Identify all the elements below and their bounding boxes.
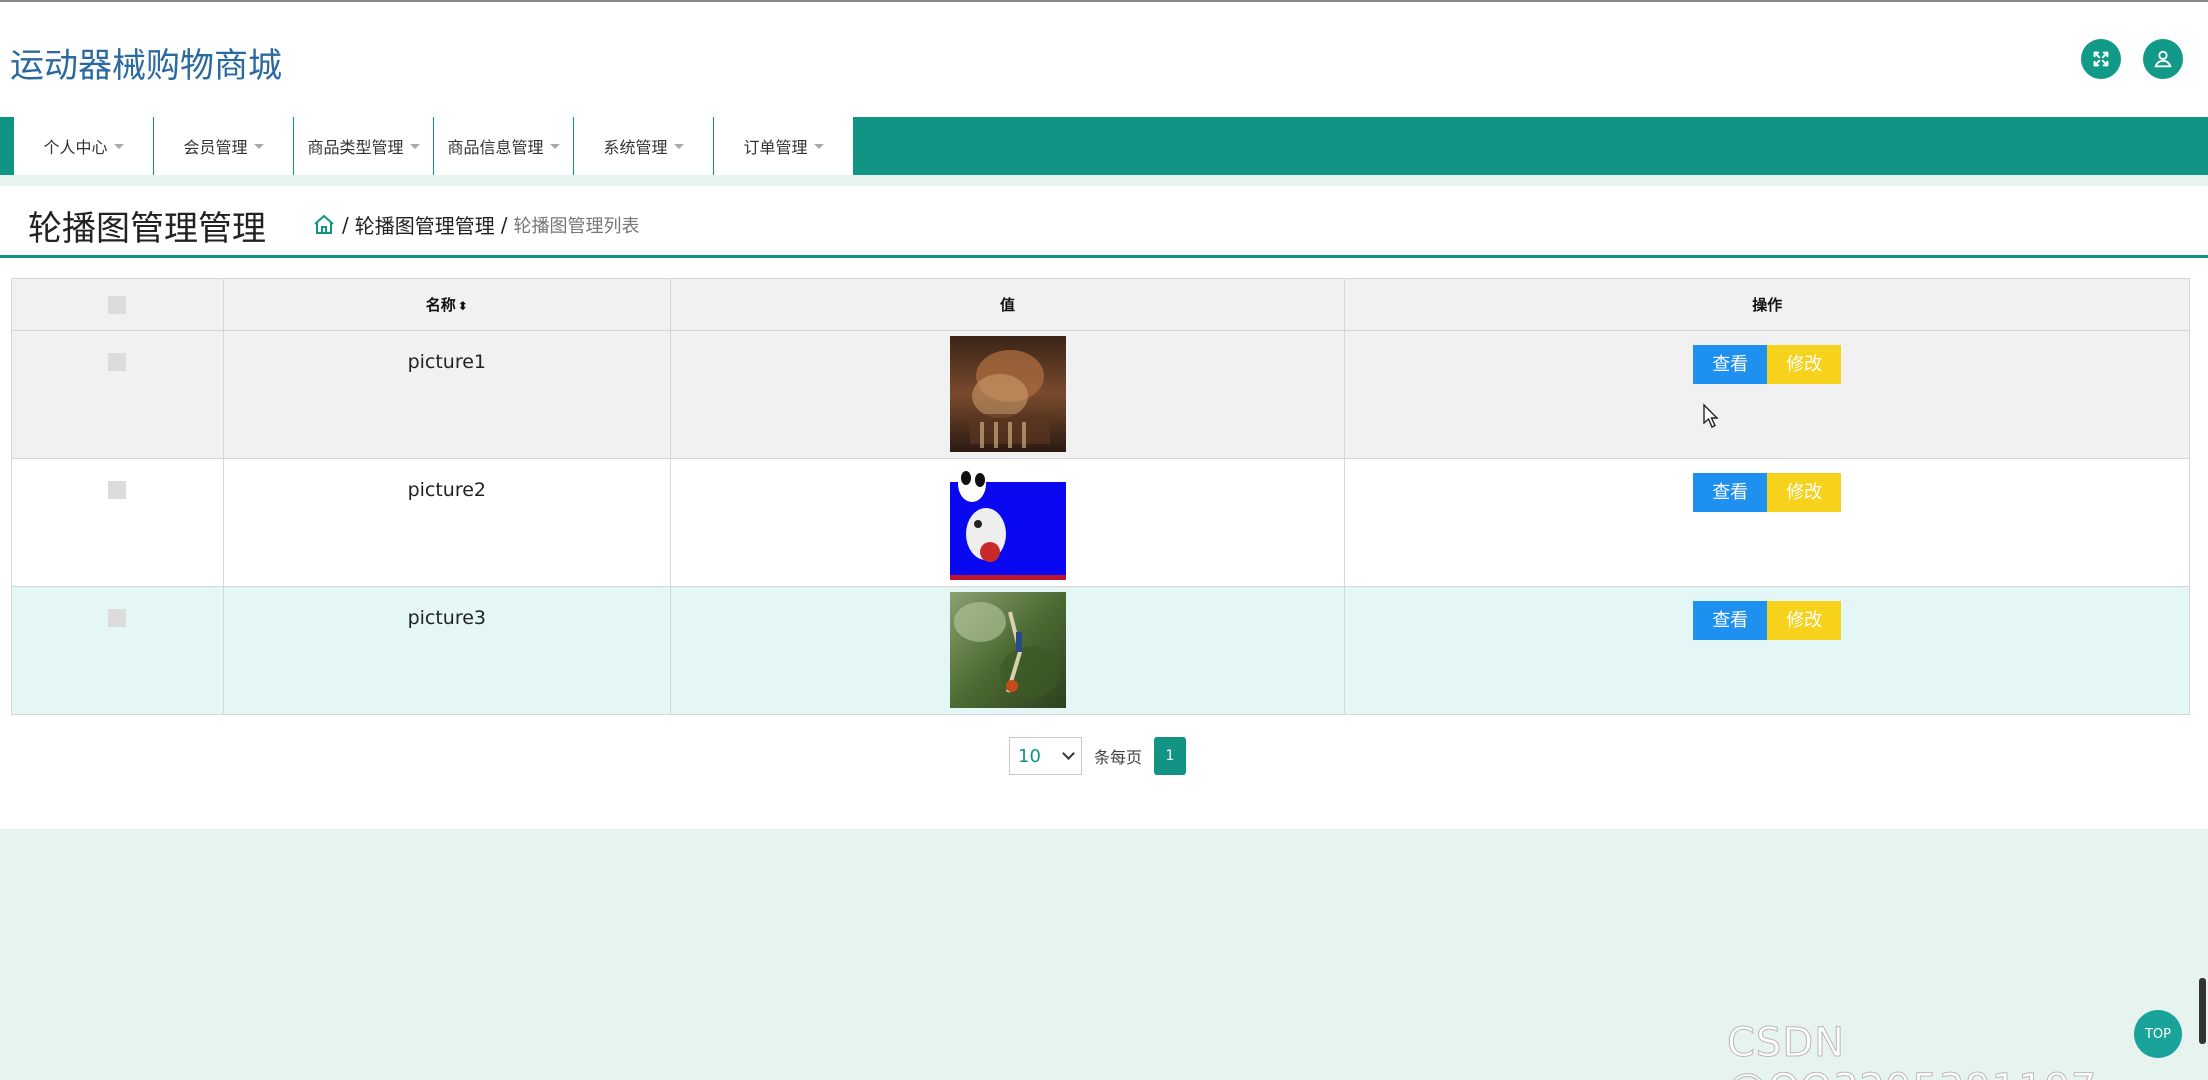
caret-down-icon	[253, 143, 264, 149]
name-column-header[interactable]: 名称 ⬍	[222, 278, 671, 331]
breadcrumb-separator: /	[342, 212, 349, 237]
breadcrumb-section[interactable]: 轮播图管理管理	[355, 210, 495, 239]
nav-label: 系统管理	[603, 138, 668, 157]
name-cell: picture3	[222, 586, 671, 715]
nav-item-system-management[interactable]: 系统管理	[574, 117, 714, 175]
image-thumbnail[interactable]	[949, 336, 1066, 452]
actions-cell: 查看 修改	[1344, 330, 2190, 459]
pagination: 10 条每页 1	[1009, 737, 1187, 775]
table-row: picture3 查看 修改	[11, 586, 2190, 715]
page-title: 轮播图管理管理	[28, 209, 266, 249]
value-cell	[669, 586, 1346, 715]
user-icon	[2154, 50, 2172, 68]
nav-item-product-type-management[interactable]: 商品类型管理	[294, 117, 434, 175]
app-title: 运动器械购物商城	[10, 46, 282, 86]
caret-down-icon	[813, 143, 824, 149]
user-button[interactable]	[2143, 39, 2183, 79]
nav-label: 会员管理	[183, 138, 248, 157]
column-label: 值	[1000, 296, 1016, 314]
value-cell	[669, 458, 1346, 587]
name-cell: picture1	[222, 330, 671, 459]
table-header-row: 名称 ⬍ 值 操作	[11, 278, 2190, 331]
column-label: 操作	[1752, 296, 1783, 314]
table-row: picture1 查看 修改	[11, 330, 2190, 459]
nav-label: 订单管理	[743, 138, 808, 157]
content-panel: 轮播图管理管理 / 轮播图管理管理 / 轮播图管理列表 名称 ⬍ 值 操作 pi…	[0, 186, 2208, 829]
select-all-checkbox[interactable]	[108, 295, 127, 314]
fullscreen-button[interactable]	[2081, 39, 2121, 79]
image-thumbnail[interactable]	[949, 464, 1066, 580]
page-number-button[interactable]: 1	[1154, 737, 1187, 775]
nav-item-order-management[interactable]: 订单管理	[714, 117, 854, 175]
per-page-label: 条每页	[1094, 748, 1143, 767]
nav-label: 商品信息管理	[447, 138, 544, 157]
chevron-down-icon	[1062, 747, 1075, 760]
app-header: 运动器械购物商城	[0, 2, 2208, 117]
name-cell: picture2	[222, 458, 671, 587]
caret-down-icon	[673, 143, 684, 149]
value-column-header: 值	[669, 278, 1346, 331]
checkbox-cell	[11, 330, 224, 459]
nav-item-personal-center[interactable]: 个人中心	[14, 117, 154, 175]
image-thumbnail[interactable]	[949, 592, 1066, 708]
row-checkbox[interactable]	[108, 481, 127, 499]
mouse-cursor-icon	[1703, 403, 1719, 428]
edit-button[interactable]: 修改	[1767, 601, 1842, 640]
page-size-select[interactable]: 10	[1009, 737, 1082, 775]
actions-cell: 查看 修改	[1344, 458, 2190, 587]
actions-column-header: 操作	[1344, 278, 2190, 331]
view-button[interactable]: 查看	[1693, 345, 1768, 384]
checkbox-cell	[11, 586, 224, 715]
select-all-header	[11, 278, 224, 331]
table-row: picture2 查看 修改	[11, 458, 2190, 587]
sort-icon[interactable]: ⬍	[458, 299, 468, 313]
nav-label: 商品类型管理	[307, 138, 404, 157]
breadcrumb-separator: /	[500, 212, 508, 237]
row-checkbox[interactable]	[108, 353, 127, 371]
nav-label: 个人中心	[43, 138, 108, 157]
main-nav: 个人中心 会员管理 商品类型管理 商品信息管理 系统管理 订单管理	[0, 117, 2208, 175]
watermark: CSDN @QQ3295391197	[1727, 1020, 2097, 1080]
caret-down-icon	[409, 143, 420, 149]
edit-button[interactable]: 修改	[1767, 473, 1842, 512]
view-button[interactable]: 查看	[1693, 601, 1768, 640]
view-button[interactable]: 查看	[1693, 473, 1768, 512]
checkbox-cell	[11, 458, 224, 587]
carousel-table: 名称 ⬍ 值 操作 picture1 查看 修改 picture2 查看 修改 …	[11, 278, 2190, 715]
nav-item-product-info-management[interactable]: 商品信息管理	[434, 117, 574, 175]
caret-down-icon	[549, 143, 560, 149]
column-label: 名称	[425, 296, 456, 314]
page-size-value: 10	[1018, 745, 1041, 767]
row-checkbox[interactable]	[108, 609, 127, 627]
breadcrumb-current: 轮播图管理列表	[513, 215, 640, 237]
caret-down-icon	[113, 143, 124, 149]
fullscreen-icon	[2093, 51, 2109, 67]
home-icon[interactable]	[312, 213, 336, 237]
breadcrumb: / 轮播图管理管理 / 轮播图管理列表	[312, 210, 640, 239]
actions-cell: 查看 修改	[1344, 586, 2190, 715]
edit-button[interactable]: 修改	[1767, 345, 1842, 384]
nav-item-member-management[interactable]: 会员管理	[154, 117, 294, 175]
value-cell	[669, 330, 1346, 459]
page-title-bar: 轮播图管理管理 / 轮播图管理管理 / 轮播图管理列表	[0, 186, 2208, 258]
